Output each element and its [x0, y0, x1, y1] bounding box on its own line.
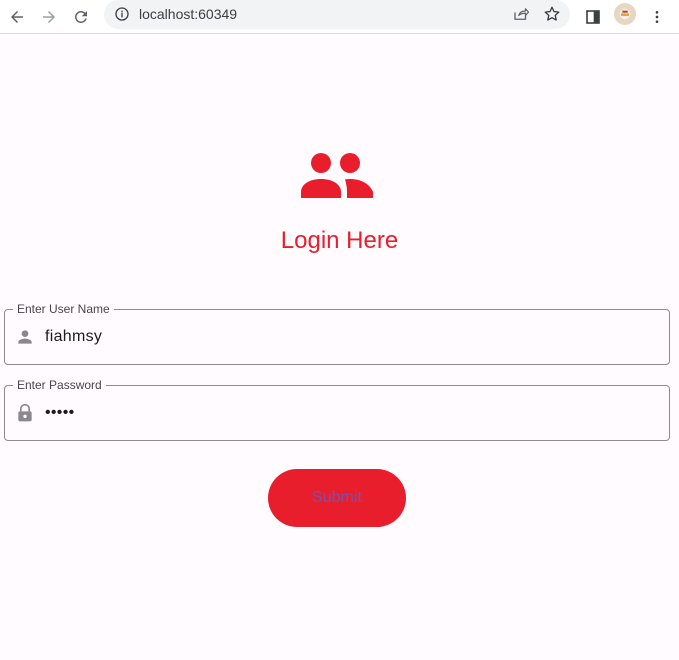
password-field[interactable]: Enter Password ••••• — [4, 378, 670, 441]
side-panel-button[interactable] — [580, 4, 606, 30]
arrow-left-icon — [11, 11, 23, 23]
browser-toolbar: localhost:60349 — [0, 0, 679, 34]
lock-icon — [18, 403, 32, 422]
submit-button[interactable]: Submit — [268, 469, 406, 527]
side-panel-icon — [586, 10, 600, 24]
password-input[interactable]: ••••• — [45, 404, 645, 422]
forward-button[interactable] — [36, 4, 62, 30]
username-label: Enter User Name — [13, 302, 114, 316]
page-title: Login Here — [280, 227, 399, 254]
profile-avatar[interactable] — [614, 3, 636, 25]
address-bar[interactable]: localhost:60349 — [104, 0, 570, 29]
url-text[interactable]: localhost:60349 — [139, 6, 237, 22]
reload-button[interactable] — [68, 4, 94, 30]
person-icon — [18, 330, 32, 344]
arrow-right-icon — [43, 11, 55, 23]
login-page: Login Here Enter User Name fiahmsy Enter… — [0, 35, 679, 660]
password-label: Enter Password — [13, 378, 106, 392]
menu-button[interactable] — [644, 4, 670, 30]
username-field[interactable]: Enter User Name fiahmsy — [4, 302, 670, 365]
back-button[interactable] — [4, 4, 30, 30]
avatar-icon — [619, 8, 631, 20]
username-input[interactable]: fiahmsy — [45, 328, 645, 346]
share-icon[interactable] — [512, 5, 530, 23]
info-icon[interactable] — [114, 6, 130, 22]
star-icon[interactable] — [543, 5, 561, 23]
reload-icon — [74, 10, 87, 23]
more-vert-icon — [655, 11, 659, 23]
group-icon — [301, 153, 373, 198]
